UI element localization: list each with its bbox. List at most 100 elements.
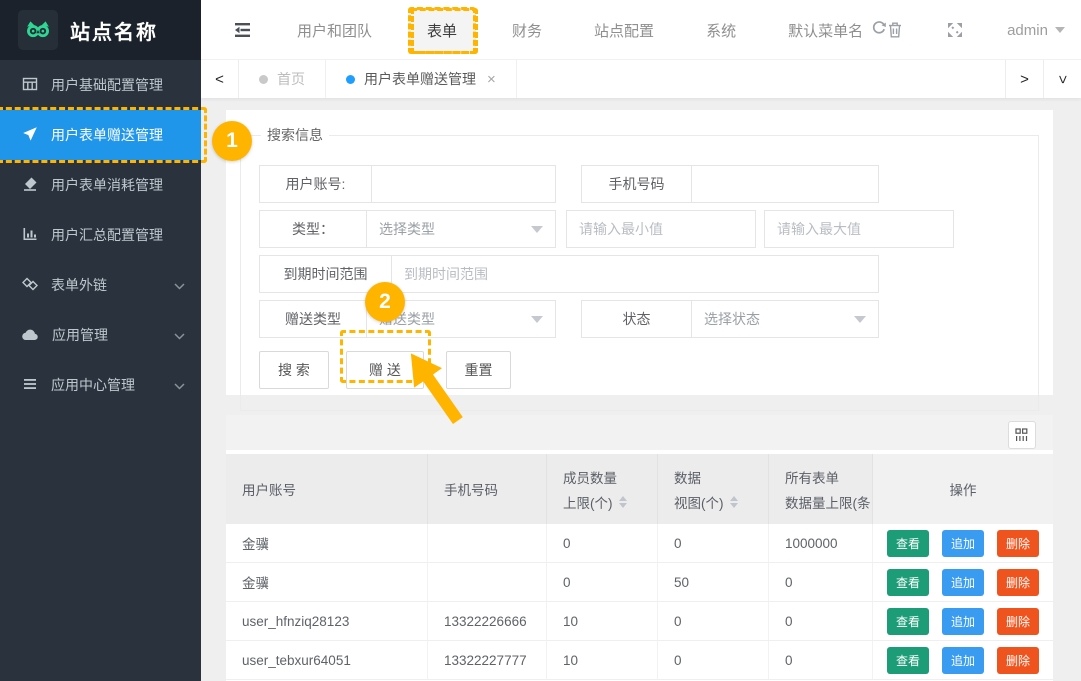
type-group: 类型： 选择类型 xyxy=(259,210,556,248)
view-button[interactable]: 查看 xyxy=(887,569,929,596)
cell-data-views: 0 xyxy=(658,602,769,640)
cell-forms-limit: 0 xyxy=(769,641,873,679)
status-select-value: 选择状态 xyxy=(704,309,760,329)
trash-icon[interactable] xyxy=(887,21,903,39)
status-select[interactable]: 选择状态 xyxy=(692,301,878,337)
nav-default-menu-label: 默认菜单名 xyxy=(788,20,863,41)
cell-account: 金骥 xyxy=(226,563,428,601)
bar-chart-icon xyxy=(22,226,38,245)
phone-input[interactable] xyxy=(692,166,878,202)
table-header-row: 用户账号 手机号码 成员数量 上限(个) 数据 视图(个) 所有表单 数据量上 xyxy=(226,454,1053,524)
sidebar-item-summary-config[interactable]: 用户汇总配置管理 xyxy=(0,210,201,260)
nav-forms[interactable]: 表单 xyxy=(408,7,476,54)
cell-member-limit: 10 xyxy=(547,602,658,640)
append-button[interactable]: 追加 xyxy=(942,569,984,596)
cell-operations: 查看 追加 删除 xyxy=(873,563,1053,601)
sidebar-item-app-manage[interactable]: 应用管理 xyxy=(0,310,201,360)
reset-button[interactable]: 重置 xyxy=(446,351,511,389)
nav-site-config[interactable]: 站点配置 xyxy=(594,20,654,41)
cell-operations: 查看 追加 删除 xyxy=(873,641,1053,679)
expire-range-input[interactable] xyxy=(392,256,878,292)
type-label: 类型： xyxy=(260,211,367,247)
tab-right-controls: > > xyxy=(1005,60,1081,98)
cell-data-views: 0 xyxy=(658,641,769,679)
search-panel: 搜索信息 用户账号: 手机号码 类型： 选择类型 xyxy=(226,110,1053,395)
cloud-icon xyxy=(22,326,39,345)
nav-users-teams[interactable]: 用户和团队 xyxy=(297,20,372,41)
cell-forms-limit: 0 xyxy=(769,602,873,640)
cell-phone: 13322227777 xyxy=(428,641,547,679)
menu-fold-icon[interactable] xyxy=(231,21,253,39)
nav-default-menu[interactable]: 默认菜单名 xyxy=(788,20,887,41)
table-row: 金骥 0 50 0 查看 追加 删除 xyxy=(226,563,1053,602)
tabs-scroll-right-button[interactable]: > xyxy=(1005,60,1043,98)
eraser-icon xyxy=(22,176,38,195)
account-label: 用户账号: xyxy=(260,166,372,202)
min-value-input[interactable] xyxy=(566,210,756,248)
delete-button[interactable]: 删除 xyxy=(997,647,1039,674)
view-button[interactable]: 查看 xyxy=(887,608,929,635)
append-button[interactable]: 追加 xyxy=(942,647,984,674)
tab-label: 首页 xyxy=(277,69,305,89)
column-settings-button[interactable] xyxy=(1008,421,1036,449)
search-button[interactable]: 搜 索 xyxy=(259,351,329,389)
sidebar-item-form-external-link[interactable]: 表单外链 xyxy=(0,260,201,310)
delete-button[interactable]: 删除 xyxy=(997,569,1039,596)
status-group: 状态 选择状态 xyxy=(581,300,879,338)
top-nav: 用户和团队 表单 财务 站点配置 系统 默认菜单名 xyxy=(201,0,1081,60)
admin-username: admin xyxy=(1007,22,1048,39)
account-input[interactable] xyxy=(372,166,555,202)
nav-system[interactable]: 系统 xyxy=(706,20,736,41)
nav-finance[interactable]: 财务 xyxy=(512,20,542,41)
app-window: 站点名称 用户和团队 表单 财务 站点配置 系统 默认菜单名 xyxy=(0,0,1081,681)
search-fieldset: 搜索信息 用户账号: 手机号码 类型： 选择类型 xyxy=(240,125,1039,411)
list-icon xyxy=(22,376,38,395)
tab-bar: < 首页 用户表单赠送管理 × > > xyxy=(201,60,1081,98)
sort-icon[interactable] xyxy=(619,496,627,508)
sidebar-item-label: 应用中心管理 xyxy=(51,375,135,395)
gift-button[interactable]: 赠 送 xyxy=(346,351,424,389)
tab-home[interactable]: 首页 xyxy=(239,60,326,98)
append-button[interactable]: 追加 xyxy=(942,530,984,557)
delete-button[interactable]: 删除 xyxy=(997,608,1039,635)
header-phone: 手机号码 xyxy=(428,454,547,524)
form-row-3: 到期时间范围 xyxy=(259,255,1038,293)
type-select-value: 选择类型 xyxy=(379,219,435,239)
cell-account: user_hfnziq28123 xyxy=(226,602,428,640)
sidebar-item-app-center-manage[interactable]: 应用中心管理 xyxy=(0,360,201,410)
sidebar-item-form-gift[interactable]: 用户表单赠送管理 xyxy=(0,110,201,160)
refresh-icon[interactable] xyxy=(871,20,887,40)
gift-type-select[interactable]: 赠送类型 xyxy=(367,301,555,337)
expire-range-label: 到期时间范围 xyxy=(260,256,392,292)
tabs-menu-button[interactable]: > xyxy=(1043,60,1081,98)
tab-user-form-gift[interactable]: 用户表单赠送管理 × xyxy=(326,60,517,98)
tab-dot-icon xyxy=(346,75,355,84)
chevron-down-icon xyxy=(531,316,543,323)
admin-menu[interactable]: admin xyxy=(1007,22,1065,39)
fullscreen-icon[interactable] xyxy=(947,22,963,38)
form-row-1: 用户账号: 手机号码 xyxy=(259,165,1038,203)
tab-label: 用户表单赠送管理 xyxy=(364,69,476,89)
form-row-buttons: 搜 索 赠 送 重置 xyxy=(259,351,1038,389)
append-button[interactable]: 追加 xyxy=(942,608,984,635)
view-button[interactable]: 查看 xyxy=(887,647,929,674)
header-data-views: 数据 视图(个) xyxy=(658,454,769,524)
cell-member-limit: 10 xyxy=(547,641,658,679)
sort-icon[interactable] xyxy=(730,496,738,508)
tab-dot-icon xyxy=(259,75,268,84)
tabs-scroll-left-button[interactable]: < xyxy=(201,60,239,98)
phone-label: 手机号码 xyxy=(582,166,692,202)
type-select[interactable]: 选择类型 xyxy=(367,211,555,247)
cell-operations: 查看 追加 删除 xyxy=(873,524,1053,562)
max-value-input[interactable] xyxy=(764,210,954,248)
grid-icon xyxy=(22,76,38,95)
view-button[interactable]: 查看 xyxy=(887,530,929,557)
delete-button[interactable]: 删除 xyxy=(997,530,1039,557)
sidebar-item-user-base-config[interactable]: 用户基础配置管理 xyxy=(0,60,201,110)
main-content: 搜索信息 用户账号: 手机号码 类型： 选择类型 xyxy=(201,98,1081,681)
sidebar-item-form-consume[interactable]: 用户表单消耗管理 xyxy=(0,160,201,210)
logo: 站点名称 xyxy=(0,0,201,60)
cell-phone xyxy=(428,563,547,601)
gift-type-label: 赠送类型 xyxy=(260,301,367,337)
close-icon[interactable]: × xyxy=(487,71,496,88)
